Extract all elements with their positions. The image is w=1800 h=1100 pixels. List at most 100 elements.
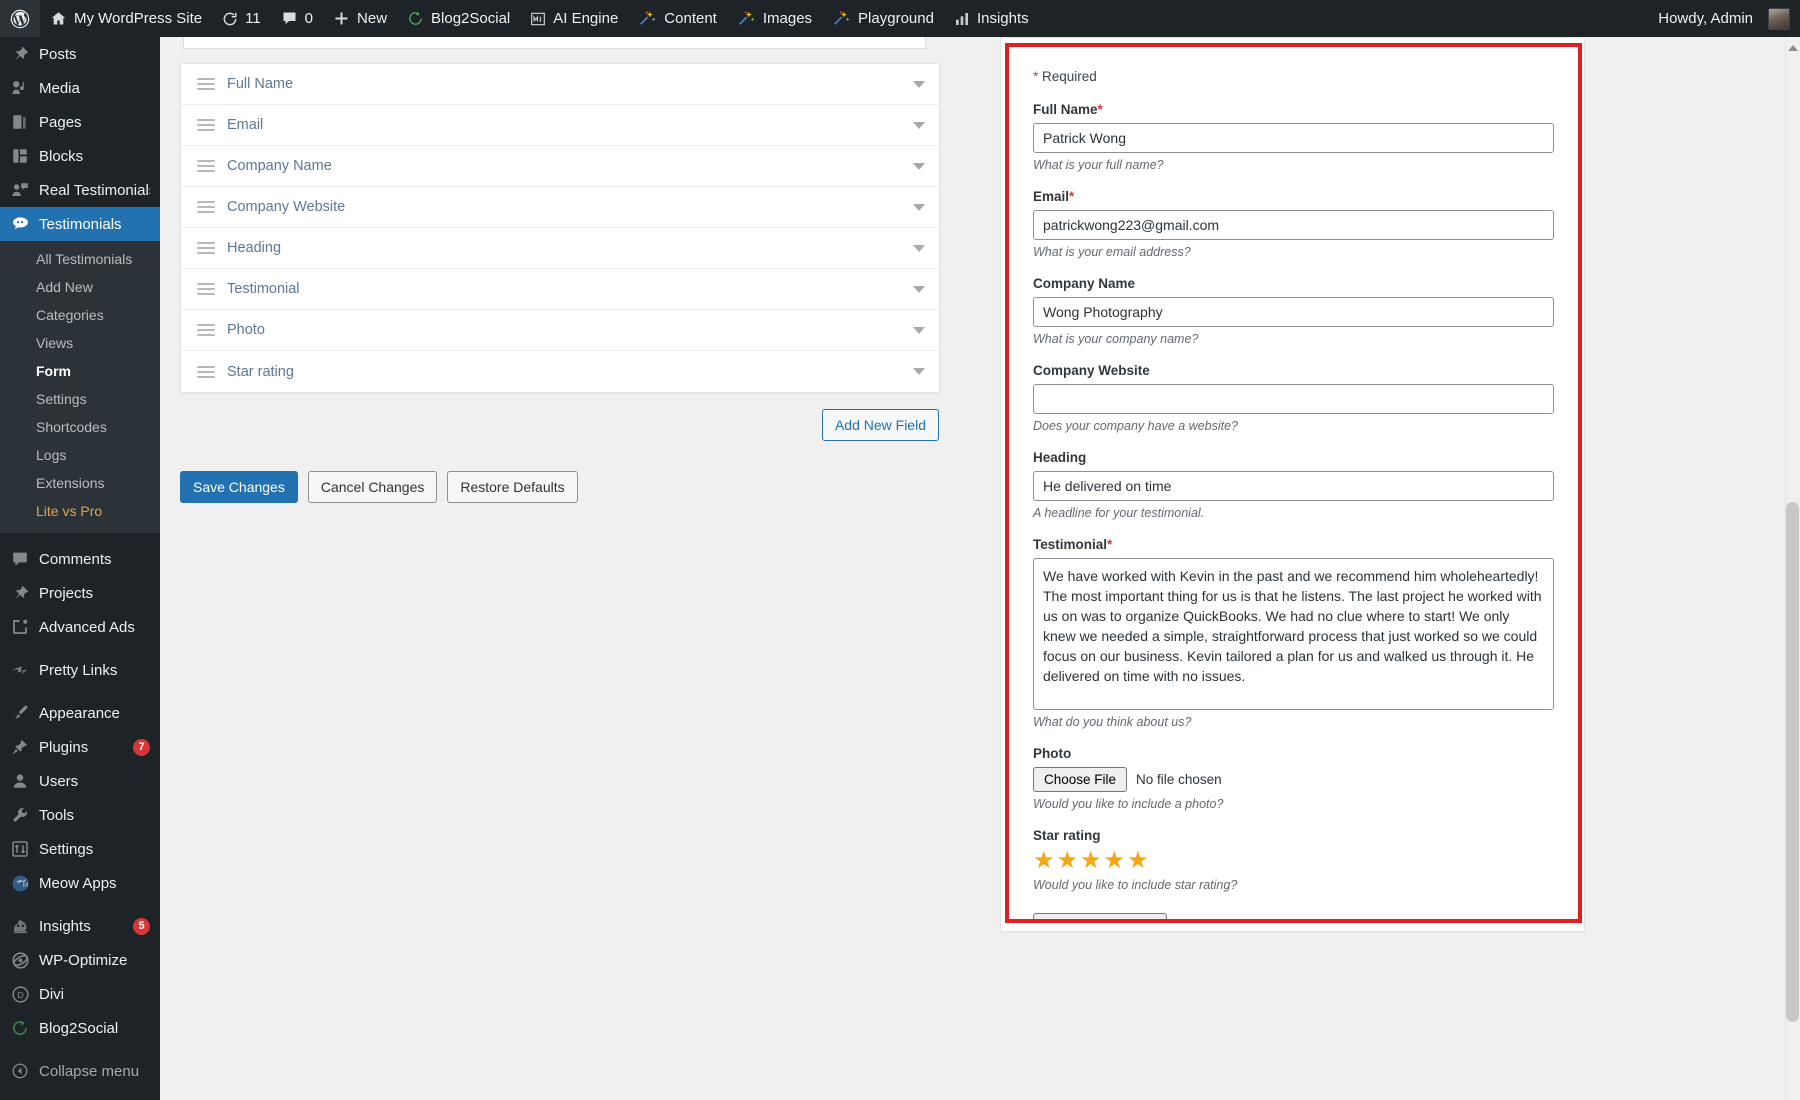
sidebar-item-posts[interactable]: Posts bbox=[0, 37, 160, 71]
sidebar-item-meow-apps[interactable]: M Meow Apps bbox=[0, 866, 160, 900]
field-row[interactable]: Star rating bbox=[181, 351, 939, 392]
save-changes-button[interactable]: Save Changes bbox=[180, 471, 298, 503]
chevron-down-icon[interactable] bbox=[913, 368, 925, 375]
drag-handle-icon[interactable] bbox=[197, 157, 215, 175]
drag-handle-icon[interactable] bbox=[197, 198, 215, 216]
admin-bar-item-comments[interactable]: 0 bbox=[271, 0, 323, 37]
admin-bar-item-updates[interactable]: 11 bbox=[212, 0, 271, 37]
sidebar-item-appearance[interactable]: Appearance bbox=[0, 696, 160, 730]
sidebar-item-insights[interactable]: Insights 5 bbox=[0, 909, 160, 943]
sliders-icon bbox=[10, 839, 30, 859]
restore-defaults-button[interactable]: Restore Defaults bbox=[447, 471, 577, 503]
admin-bar-new-label: New bbox=[357, 10, 387, 27]
star-icon[interactable]: ★ bbox=[1080, 849, 1102, 873]
drag-handle-icon[interactable] bbox=[197, 321, 215, 339]
collapse-menu-button[interactable]: Collapse menu bbox=[0, 1054, 160, 1088]
field-row[interactable]: Company Name bbox=[181, 146, 939, 187]
chevron-down-icon[interactable] bbox=[913, 163, 925, 170]
field-row[interactable]: Photo bbox=[181, 310, 939, 351]
drag-handle-icon[interactable] bbox=[197, 75, 215, 93]
sidebar-item-users[interactable]: Users bbox=[0, 764, 160, 798]
star-icon[interactable]: ★ bbox=[1127, 849, 1149, 873]
company-website-input[interactable] bbox=[1033, 384, 1554, 414]
sidebar-item-projects[interactable]: Projects bbox=[0, 576, 160, 610]
submenu-item-shortcodes[interactable]: Shortcodes bbox=[0, 413, 160, 441]
chevron-down-icon[interactable] bbox=[913, 81, 925, 88]
star-icon[interactable]: ★ bbox=[1033, 849, 1055, 873]
choose-file-button[interactable]: Choose File bbox=[1033, 767, 1127, 792]
chevron-down-icon[interactable] bbox=[913, 122, 925, 129]
sidebar-item-blocks[interactable]: Blocks bbox=[0, 139, 160, 173]
submenu-item-all-testimonials[interactable]: All Testimonials bbox=[0, 245, 160, 273]
field-group-full-name: Full Name* What is your full name? bbox=[1033, 102, 1554, 172]
sidebar-item-testimonials[interactable]: Testimonials bbox=[0, 207, 160, 241]
field-row-label: Company Website bbox=[227, 199, 913, 215]
scroll-up-arrow-icon[interactable] bbox=[1788, 45, 1798, 51]
admin-bar-item-playground[interactable]: Playground bbox=[822, 0, 944, 37]
chevron-down-icon[interactable] bbox=[913, 245, 925, 252]
submenu-item-lite-vs-pro[interactable]: Lite vs Pro bbox=[0, 497, 160, 525]
submenu-item-form[interactable]: Form bbox=[0, 357, 160, 385]
admin-bar-my-account[interactable]: Howdy, Admin bbox=[1648, 0, 1800, 37]
submenu-item-views[interactable]: Views bbox=[0, 329, 160, 357]
submenu-item-logs[interactable]: Logs bbox=[0, 441, 160, 469]
admin-bar-item-insights[interactable]: Insights bbox=[944, 0, 1039, 37]
field-row[interactable]: Heading bbox=[181, 228, 939, 269]
page-scrollbar[interactable] bbox=[1785, 37, 1800, 1100]
submenu-item-add-new[interactable]: Add New bbox=[0, 273, 160, 301]
field-row[interactable]: Testimonial bbox=[181, 269, 939, 310]
sidebar-item-media[interactable]: Media bbox=[0, 71, 160, 105]
admin-bar-item-images[interactable]: Images bbox=[727, 0, 822, 37]
sidebar-item-divi[interactable]: D Divi bbox=[0, 977, 160, 1011]
admin-bar-item-content[interactable]: Content bbox=[628, 0, 727, 37]
sidebar-item-advanced-ads[interactable]: Advanced Ads bbox=[0, 610, 160, 644]
field-row[interactable]: Full Name bbox=[181, 64, 939, 105]
admin-bar-item-blog2social[interactable]: Blog2Social bbox=[397, 0, 520, 37]
sidebar-item-comments[interactable]: Comments bbox=[0, 542, 160, 576]
monsterinsights-icon bbox=[10, 916, 30, 936]
drag-handle-icon[interactable] bbox=[197, 116, 215, 134]
field-row[interactable]: Company Website bbox=[181, 187, 939, 228]
sidebar-item-real-testimonials[interactable]: Real Testimonials bbox=[0, 173, 160, 207]
sidebar-item-pages[interactable]: Pages bbox=[0, 105, 160, 139]
drag-handle-icon[interactable] bbox=[197, 239, 215, 257]
field-row[interactable]: Email bbox=[181, 105, 939, 146]
sidebar-item-label: Settings bbox=[39, 841, 150, 858]
star-icon[interactable]: ★ bbox=[1057, 849, 1079, 873]
full-name-input[interactable] bbox=[1033, 123, 1554, 153]
sidebar-item-settings[interactable]: Settings bbox=[0, 832, 160, 866]
add-testimonial-button[interactable]: Add Testimonial bbox=[1033, 913, 1167, 923]
submenu-item-settings[interactable]: Settings bbox=[0, 385, 160, 413]
admin-bar-item-ai-engine[interactable]: AI Engine bbox=[520, 0, 628, 37]
add-new-field-row: Add New Field bbox=[180, 409, 940, 441]
drag-handle-icon[interactable] bbox=[197, 280, 215, 298]
chevron-down-icon[interactable] bbox=[913, 204, 925, 211]
chevron-down-icon[interactable] bbox=[913, 286, 925, 293]
advanced-ads-icon bbox=[10, 617, 30, 637]
sidebar-item-pretty-links[interactable]: Pretty Links bbox=[0, 653, 160, 687]
drag-handle-icon[interactable] bbox=[197, 363, 215, 381]
admin-bar-item-site-name[interactable]: My WordPress Site bbox=[40, 0, 212, 37]
sidebar-item-label: Tools bbox=[39, 807, 150, 824]
sidebar-item-wp-optimize[interactable]: WP-Optimize bbox=[0, 943, 160, 977]
media-icon bbox=[10, 78, 30, 98]
company-name-input[interactable] bbox=[1033, 297, 1554, 327]
sidebar-item-tools[interactable]: Tools bbox=[0, 798, 160, 832]
add-new-field-button[interactable]: Add New Field bbox=[822, 409, 939, 441]
wordpress-logo-button[interactable] bbox=[0, 0, 40, 37]
star-rating-widget[interactable]: ★★★★★ bbox=[1033, 849, 1554, 873]
cancel-changes-button[interactable]: Cancel Changes bbox=[308, 471, 438, 503]
chevron-down-icon[interactable] bbox=[913, 327, 925, 334]
scrollbar-thumb[interactable] bbox=[1786, 502, 1799, 1022]
admin-bar-item-new[interactable]: New bbox=[323, 0, 397, 37]
sidebar-item-plugins[interactable]: Plugins 7 bbox=[0, 730, 160, 764]
email-input[interactable] bbox=[1033, 210, 1554, 240]
heading-input[interactable] bbox=[1033, 471, 1554, 501]
photo-help: Would you like to include a photo? bbox=[1033, 797, 1554, 811]
sidebar-item-blog2social[interactable]: Blog2Social bbox=[0, 1011, 160, 1045]
submenu-item-categories[interactable]: Categories bbox=[0, 301, 160, 329]
star-icon[interactable]: ★ bbox=[1104, 849, 1126, 873]
submenu-item-extensions[interactable]: Extensions bbox=[0, 469, 160, 497]
testimonial-textarea[interactable]: We have worked with Kevin in the past an… bbox=[1033, 558, 1554, 710]
panel-top-strip bbox=[183, 37, 926, 49]
